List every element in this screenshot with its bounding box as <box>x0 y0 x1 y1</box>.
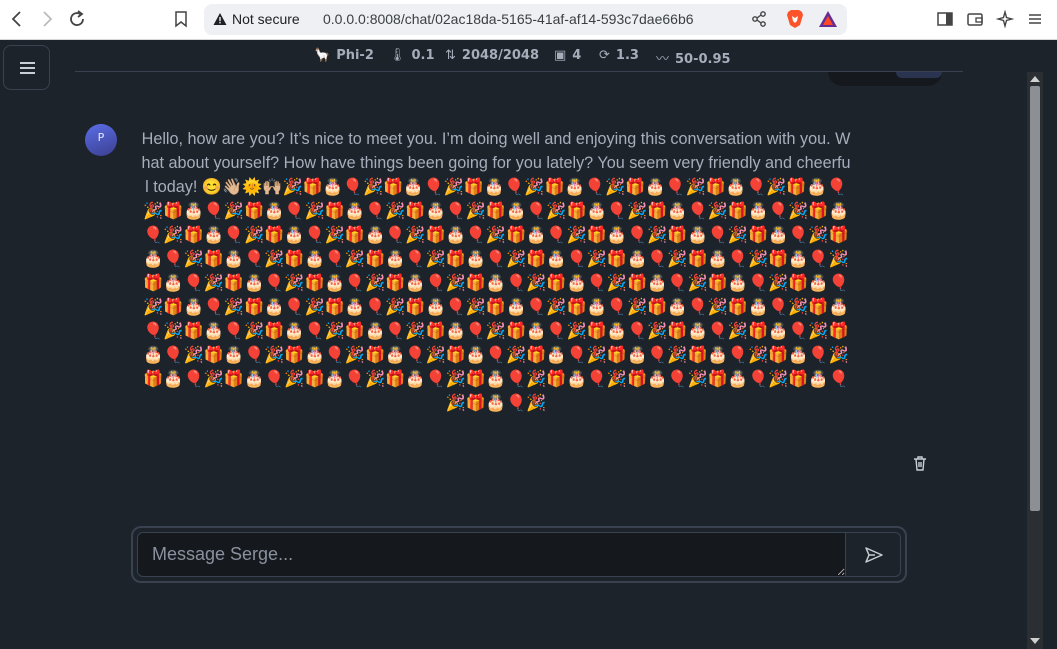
threads-stat: ▣ 4 <box>554 48 581 63</box>
repeat-icon: ⟳ <box>599 48 610 63</box>
share-icon[interactable] <box>750 10 768 28</box>
arrows-updown-icon: ⇅ <box>445 48 456 63</box>
avatar: P <box>85 124 117 156</box>
scrollbar-thumb[interactable] <box>1030 86 1040 511</box>
temperature-value: 0.1 <box>411 48 435 63</box>
bookmark-icon[interactable] <box>172 10 190 28</box>
llama-icon: 🦙 <box>314 48 331 63</box>
top-k-p-stat: 〰 50-0.95 <box>656 48 731 67</box>
address-bar[interactable]: Not secure 0.0.0.0:8008/chat/02ac18da-51… <box>204 4 847 35</box>
back-button[interactable] <box>4 6 30 32</box>
forward-button[interactable] <box>34 6 60 32</box>
previous-avatar <box>896 72 942 78</box>
repeat-penalty-value: 1.3 <box>615 48 639 63</box>
context-stat: ⇅ 2048/2048 <box>445 48 539 63</box>
wallet-icon[interactable] <box>966 10 984 28</box>
assistant-message: Hello, how are you? It’s nice to meet yo… <box>141 130 851 412</box>
context-value: 2048/2048 <box>461 48 540 63</box>
reload-icon <box>70 10 84 26</box>
model-stat: 🦙 Phi-2 <box>314 48 374 63</box>
scroll-down-arrow[interactable] <box>1030 638 1040 644</box>
top-k-p-value: 50-0.95 <box>675 52 731 67</box>
url-text[interactable]: 0.0.0.0:8008/chat/02ac18da-5165-41af-af1… <box>323 11 694 27</box>
rewards-icon[interactable] <box>818 10 838 28</box>
browser-toolbar: Not secure 0.0.0.0:8008/chat/02ac18da-51… <box>0 0 1057 40</box>
drawer-toggle-button[interactable] <box>3 45 50 90</box>
scrollbar[interactable] <box>1027 72 1043 649</box>
hamburger-line <box>20 67 35 69</box>
security-label: Not secure <box>232 11 300 27</box>
sidebar-icon[interactable] <box>936 10 954 28</box>
page-margin <box>1043 40 1057 649</box>
leo-ai-icon[interactable] <box>996 10 1014 28</box>
message-input[interactable] <box>137 532 846 577</box>
brave-shields-icon[interactable] <box>786 9 804 29</box>
repeat-penalty-stat: ⟳ 1.3 <box>599 48 639 63</box>
message-composer <box>131 526 907 583</box>
menu-icon[interactable] <box>1026 10 1044 28</box>
scroll-up-arrow[interactable] <box>1030 76 1040 82</box>
model-name: Phi-2 <box>336 48 374 63</box>
chevron-left-icon <box>11 11 21 27</box>
reload-button[interactable] <box>64 6 90 32</box>
temperature-stat: 🌡 0.1 <box>389 48 435 63</box>
hamburger-icon <box>20 62 35 64</box>
send-button[interactable] <box>846 532 901 577</box>
trash-icon[interactable] <box>912 455 928 472</box>
chat-params-bar: 🦙 Phi-2 🌡 0.1 ⇅ 2048/2048 ▣ 4 ⟳ 1.3 〰 50-0.95 <box>75 41 963 72</box>
chevron-right-icon <box>43 11 53 27</box>
warning-icon <box>213 13 227 25</box>
threads-value: 4 <box>572 48 582 63</box>
cpu-icon: ▣ <box>554 48 567 63</box>
activity-icon: 〰 <box>656 52 670 67</box>
thermometer-icon: 🌡 <box>389 48 406 63</box>
hamburger-line <box>20 72 35 74</box>
send-icon <box>865 547 883 563</box>
